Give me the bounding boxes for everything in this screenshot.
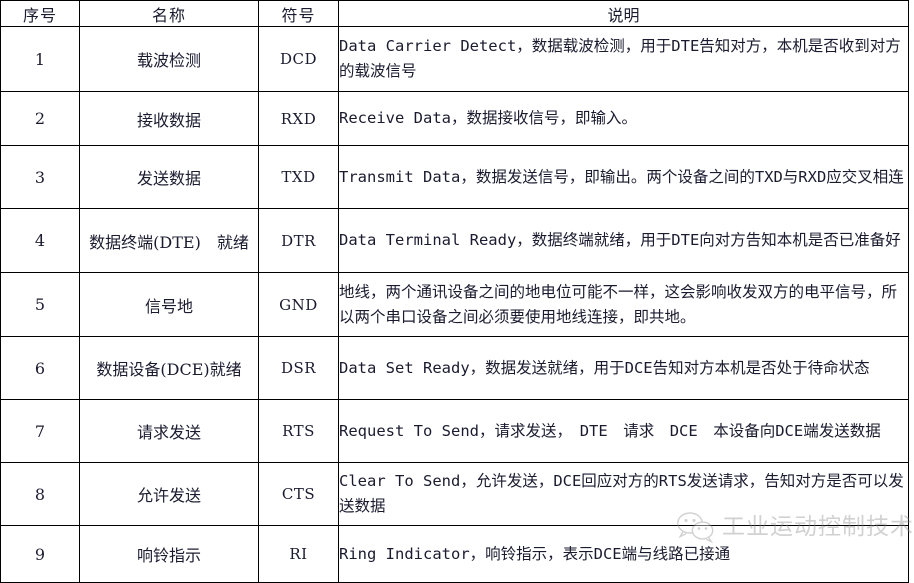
cell-description: Data Terminal Ready，数据终端就绪，用于DTE向对方告知本机是… [338,208,909,273]
cell-seq: 3 [0,145,80,209]
table-row: 5 信号地 GND 地线，两个通讯设备之间的地电位可能不一样，这会影响收发双方的… [0,272,909,337]
column-header-seq: 序号 [0,0,80,27]
table-row: 1 载波检测 DCD Data Carrier Detect，数据载波检测，用于… [0,26,909,92]
cell-seq: 1 [0,26,80,92]
cell-description: 地线，两个通讯设备之间的地电位可能不一样，这会影响收发双方的电平信号，所以两个串… [338,272,909,337]
cell-symbol: GND [258,272,339,337]
column-header-description: 说明 [338,0,909,27]
document-page: 序号 名称 符号 说明 1 载波检测 DCD Data Carrier Dete… [0,0,914,583]
serial-signal-table: 序号 名称 符号 说明 1 载波检测 DCD Data Carrier Dete… [0,0,909,583]
cell-description: Data Set Ready，数据发送就绪，用于DCE告知对方本机是否处于待命状… [338,336,909,400]
cell-seq: 9 [0,525,80,583]
cell-description: Ring Indicator，响铃指示，表示DCE端与线路已接通 [338,525,909,583]
table-body: 1 载波检测 DCD Data Carrier Detect，数据载波检测，用于… [0,26,909,583]
cell-symbol: RI [258,525,339,583]
table-row: 7 请求发送 RTS Request To Send，请求发送， DTE 请求 … [0,399,909,463]
cell-symbol: CTS [258,462,339,526]
cell-name: 数据设备(DCE)就绪 [79,336,259,400]
cell-name: 发送数据 [79,145,259,209]
cell-seq: 2 [0,91,80,146]
cell-symbol: TXD [258,145,339,209]
cell-name: 信号地 [79,272,259,337]
column-header-symbol: 符号 [258,0,339,27]
cell-symbol: DCD [258,26,339,92]
cell-name: 允许发送 [79,462,259,526]
cell-seq: 4 [0,208,80,273]
cell-seq: 7 [0,399,80,463]
cell-name: 响铃指示 [79,525,259,583]
cell-description: Data Carrier Detect，数据载波检测，用于DTE告知对方，本机是… [338,26,909,92]
table-row: 4 数据终端(DTE) 就绪 DTR Data Terminal Ready，数… [0,208,909,273]
table-row: 2 接收数据 RXD Receive Data，数据接收信号，即输入。 [0,91,909,146]
cell-symbol: DTR [258,208,339,273]
cell-name: 接收数据 [79,91,259,146]
column-header-name: 名称 [79,0,259,27]
cell-name: 数据终端(DTE) 就绪 [79,208,259,273]
table-row: 9 响铃指示 RI Ring Indicator，响铃指示，表示DCE端与线路已… [0,525,909,583]
table-row: 3 发送数据 TXD Transmit Data，数据发送信号，即输出。两个设备… [0,145,909,209]
table-row: 8 允许发送 CTS Clear To Send，允许发送，DCE回应对方的RT… [0,462,909,526]
cell-seq: 8 [0,462,80,526]
cell-symbol: DSR [258,336,339,400]
cell-seq: 5 [0,272,80,337]
cell-symbol: RTS [258,399,339,463]
cell-name: 请求发送 [79,399,259,463]
cell-name: 载波检测 [79,26,259,92]
cell-symbol: RXD [258,91,339,146]
cell-description: Request To Send，请求发送， DTE 请求 DCE 本设备向DCE… [338,399,909,463]
cell-seq: 6 [0,336,80,400]
table-header-row: 序号 名称 符号 说明 [0,0,909,27]
cell-description: Clear To Send，允许发送，DCE回应对方的RTS发送请求，告知对方是… [338,462,909,526]
cell-description: Receive Data，数据接收信号，即输入。 [338,91,909,146]
cell-description: Transmit Data，数据发送信号，即输出。两个设备之间的TXD与RXD应… [338,145,909,209]
table-row: 6 数据设备(DCE)就绪 DSR Data Set Ready，数据发送就绪，… [0,336,909,400]
